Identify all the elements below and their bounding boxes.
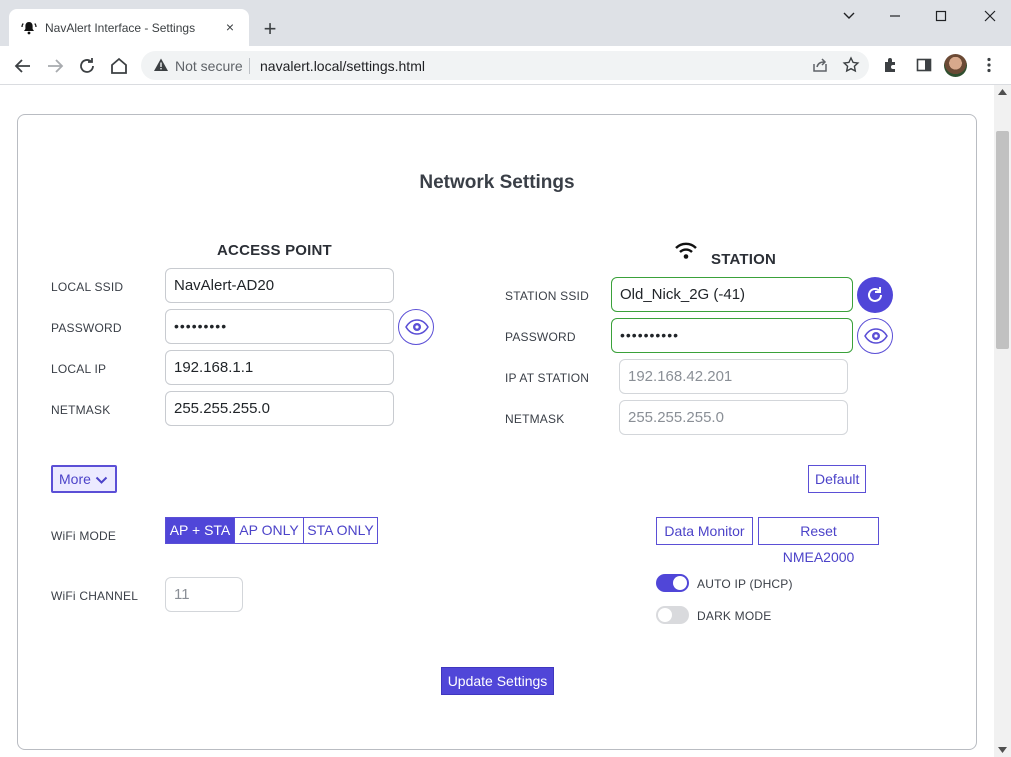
warning-triangle-icon[interactable] [153,57,169,73]
chevron-down-icon [95,476,108,484]
default-button[interactable]: Default [808,465,866,493]
more-button-label: More [59,471,91,487]
reset-nmea2000-button[interactable]: Reset NMEA2000 [758,517,879,565]
access-point-heading: ACCESS POINT [217,242,332,259]
home-icon[interactable] [107,54,131,78]
local-ip-label: LOCAL IP [51,362,107,376]
scrollbar-thumb[interactable] [996,131,1009,349]
chevron-down-icon[interactable] [837,6,861,26]
reload-icon[interactable] [75,54,99,78]
scan-networks-button[interactable] [857,277,893,313]
scroll-up-arrow-icon[interactable] [998,89,1007,95]
station-ssid-input[interactable]: Old_Nick_2G (-41) [611,277,853,312]
toggle-knob [658,608,672,622]
bookmark-star-icon[interactable] [842,56,860,74]
local-ip-input[interactable]: 192.168.1.1 [165,350,394,385]
station-password-label: PASSWORD [505,330,576,344]
not-secure-label[interactable]: Not secure [175,58,243,74]
ap-netmask-label: NETMASK [51,403,111,417]
wifi-mode-label: WiFi MODE [51,529,117,543]
back-arrow-icon[interactable] [11,54,35,78]
station-netmask-label: NETMASK [505,412,565,426]
scroll-down-arrow-icon[interactable] [998,747,1007,753]
data-monitor-button[interactable]: Data Monitor [656,517,753,545]
ip-at-station-input: 192.168.42.201 [619,359,848,394]
tab-close-icon[interactable]: × [221,18,239,36]
wifi-icon [675,242,697,259]
local-ssid-input[interactable]: NavAlert-AD20 [165,268,394,303]
local-ssid-label: LOCAL SSID [51,280,124,294]
bell-alert-icon [21,22,37,35]
page-title: Network Settings [419,172,575,193]
window-close-icon[interactable] [978,6,1002,26]
page-scrollbar[interactable] [994,85,1011,757]
page-viewport: " Network Settings ACCESS POINT LOCAL SS… [0,85,994,757]
wifi-mode-ap-only[interactable]: AP ONLY [234,517,304,544]
dark-mode-label: DARK MODE [697,609,772,623]
maximize-icon[interactable] [929,6,953,26]
address-separator [249,58,250,74]
new-tab-button[interactable]: + [259,18,281,40]
dark-mode-toggle[interactable] [656,606,689,624]
refresh-icon [868,287,882,302]
station-show-password-button[interactable] [857,318,893,354]
url-text[interactable]: navalert.local/settings.html [260,58,425,74]
wifi-mode-ap-sta[interactable]: AP + STA [165,517,235,544]
profile-avatar[interactable] [944,54,967,77]
browser-tab[interactable]: NavAlert Interface - Settings × [9,9,249,46]
station-netmask-input: 255.255.255.0 [619,400,848,435]
ip-at-station-label: IP AT STATION [505,371,590,385]
ap-show-password-button[interactable] [398,309,434,345]
browser-tab-strip: NavAlert Interface - Settings × + [0,0,1011,46]
wifi-channel-input: 11 [165,577,243,612]
eye-icon [864,328,888,344]
share-icon[interactable] [811,56,829,74]
kebab-menu-icon[interactable] [980,56,998,74]
ap-password-label: PASSWORD [51,321,122,335]
eye-icon [405,319,429,335]
station-password-input[interactable]: •••••••••• [611,318,853,353]
network-settings-card: Network Settings ACCESS POINT LOCAL SSID… [17,114,977,750]
wifi-mode-sta-only[interactable]: STA ONLY [303,517,378,544]
minimize-icon[interactable] [883,6,907,26]
station-ssid-label: STATION SSID [505,289,589,303]
wifi-channel-label: WiFi CHANNEL [51,589,139,603]
auto-ip-toggle[interactable] [656,574,689,592]
clipped-text-fragment: " [14,85,21,93]
ap-netmask-input[interactable]: 255.255.255.0 [165,391,394,426]
extensions-puzzle-icon[interactable] [882,56,900,74]
tab-title: NavAlert Interface - Settings [45,21,196,35]
toggle-knob [673,576,687,590]
side-panel-icon[interactable] [915,56,933,74]
address-bar[interactable]: Not secure navalert.local/settings.html [141,51,869,80]
more-button[interactable]: More [51,465,117,493]
forward-arrow-icon[interactable] [43,54,67,78]
station-heading: STATION [711,251,777,268]
browser-toolbar: Not secure navalert.local/settings.html [0,46,1011,85]
update-settings-button[interactable]: Update Settings [441,667,554,695]
ap-password-input[interactable]: ••••••••• [165,309,394,344]
auto-ip-label: AUTO IP (DHCP) [697,577,793,591]
